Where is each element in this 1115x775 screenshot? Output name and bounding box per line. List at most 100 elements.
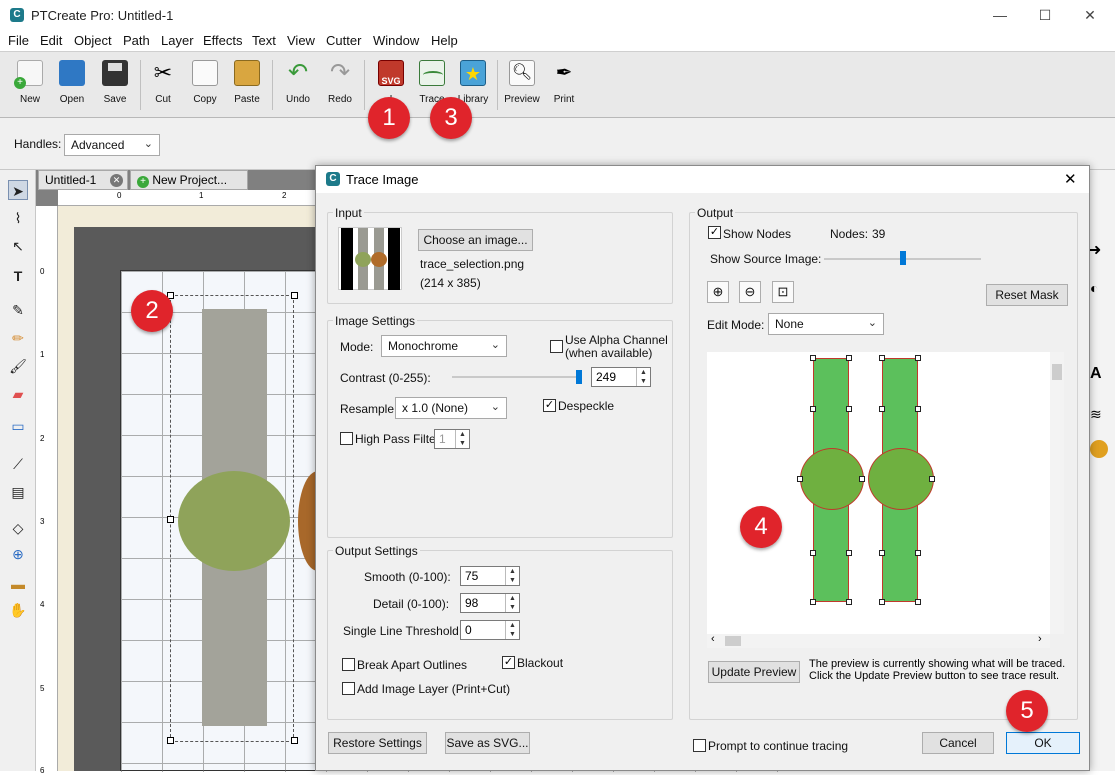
- close-window-button[interactable]: ✕: [1070, 4, 1110, 26]
- source-slider-thumb[interactable]: [899, 251, 906, 265]
- preview-horizontal-scrollbar[interactable]: ‹ ›: [707, 633, 1050, 648]
- pencil-icon[interactable]: ✏: [8, 328, 28, 348]
- add-image-layer-checkbox[interactable]: [342, 682, 355, 695]
- trace-node[interactable]: [846, 406, 852, 412]
- trace-node[interactable]: [915, 599, 921, 605]
- spinner-arrows-icon[interactable]: ▲ ▼: [505, 594, 519, 612]
- ruler-icon[interactable]: ▬: [8, 574, 28, 594]
- spinner-arrows-icon[interactable]: ▲ ▼: [636, 368, 650, 386]
- update-preview-button[interactable]: Update Preview: [708, 661, 800, 683]
- trace-node[interactable]: [915, 355, 921, 361]
- redo-button[interactable]: ↷ Redo: [320, 58, 360, 106]
- minimize-button[interactable]: —: [980, 4, 1020, 26]
- layers-icon[interactable]: ≋: [1090, 406, 1102, 423]
- text-tool-icon[interactable]: T: [8, 266, 28, 286]
- high-pass-checkbox[interactable]: [340, 432, 353, 445]
- menu-text[interactable]: Text: [252, 33, 276, 48]
- tab-untitled-1[interactable]: Untitled-1 ✕: [38, 170, 128, 190]
- eyedropper-icon[interactable]: ⟋: [8, 454, 28, 474]
- lasso-icon[interactable]: ⌇: [8, 208, 28, 228]
- reset-mask-button[interactable]: Reset Mask: [986, 284, 1068, 306]
- gradient-icon[interactable]: ▤: [8, 482, 28, 502]
- trace-node[interactable]: [915, 550, 921, 556]
- selection-handle[interactable]: [167, 737, 174, 744]
- eraser-icon[interactable]: ▰: [8, 384, 28, 404]
- open-button[interactable]: Open: [52, 58, 92, 105]
- save-button[interactable]: Save: [95, 58, 135, 105]
- trace-node[interactable]: [879, 355, 885, 361]
- trace-node[interactable]: [846, 550, 852, 556]
- save-as-svg-button[interactable]: Save as SVG...: [445, 732, 530, 754]
- spinner-arrows-icon[interactable]: ▲ ▼: [505, 567, 519, 585]
- trace-node[interactable]: [879, 406, 885, 412]
- print-button[interactable]: ✒ Print: [544, 58, 584, 105]
- high-pass-input[interactable]: 1 ▲ ▼: [434, 429, 470, 449]
- trace-node[interactable]: [810, 599, 816, 605]
- spinner-arrows-icon[interactable]: ▲ ▼: [505, 621, 519, 639]
- zoom-fit-icon[interactable]: ⊡: [772, 281, 794, 303]
- selection-handle[interactable]: [291, 292, 298, 299]
- selection-handle[interactable]: [291, 737, 298, 744]
- contrast-input[interactable]: 249 ▲ ▼: [591, 367, 651, 387]
- selection-handle[interactable]: [167, 516, 174, 523]
- menu-help[interactable]: Help: [431, 33, 458, 48]
- trace-node[interactable]: [810, 550, 816, 556]
- edit-mode-select[interactable]: None ⌄: [768, 313, 884, 335]
- zoom-icon[interactable]: ⊕: [8, 544, 28, 564]
- detail-input[interactable]: 98 ▲ ▼: [460, 593, 520, 613]
- transform-icon[interactable]: ◇: [8, 518, 28, 538]
- zoom-in-icon[interactable]: ⊕: [707, 281, 729, 303]
- prompt-continue-checkbox[interactable]: [693, 739, 706, 752]
- menu-file[interactable]: File: [8, 33, 29, 48]
- brush-icon[interactable]: 🖌︎: [8, 356, 28, 376]
- trace-node[interactable]: [915, 406, 921, 412]
- scroll-thumb[interactable]: [725, 636, 741, 646]
- tab-new-project[interactable]: + New Project...: [130, 170, 248, 190]
- smooth-input[interactable]: 75 ▲ ▼: [460, 566, 520, 586]
- blackout-checkbox[interactable]: ✓: [502, 656, 515, 669]
- scroll-right-icon[interactable]: ›: [1038, 633, 1042, 645]
- trace-node[interactable]: [859, 476, 865, 482]
- cut-button[interactable]: ✂ Cut: [143, 58, 183, 105]
- show-nodes-checkbox[interactable]: ✓: [708, 226, 721, 239]
- alpha-channel-checkbox[interactable]: [550, 340, 563, 353]
- menu-window[interactable]: Window: [373, 33, 419, 48]
- color-circle-icon[interactable]: [1090, 440, 1108, 458]
- restore-settings-button[interactable]: Restore Settings: [328, 732, 427, 754]
- trace-node[interactable]: [879, 599, 885, 605]
- node-select-icon[interactable]: ↖: [8, 236, 28, 256]
- trace-node[interactable]: [879, 550, 885, 556]
- trace-node[interactable]: [810, 355, 816, 361]
- choose-image-button[interactable]: Choose an image...: [418, 229, 533, 251]
- menu-effects[interactable]: Effects: [203, 33, 243, 48]
- despeckle-checkbox[interactable]: ✓: [543, 399, 556, 412]
- paste-button[interactable]: Paste: [227, 58, 267, 105]
- trace-node[interactable]: [846, 599, 852, 605]
- menu-edit[interactable]: Edit: [40, 33, 62, 48]
- menu-layer[interactable]: Layer: [161, 33, 194, 48]
- close-icon[interactable]: ✕: [1064, 170, 1077, 188]
- menu-cutter[interactable]: Cutter: [326, 33, 361, 48]
- break-apart-checkbox[interactable]: [342, 658, 355, 671]
- preview-vertical-scrollbar[interactable]: [1050, 352, 1064, 634]
- cancel-button[interactable]: Cancel: [922, 732, 994, 754]
- maximize-button[interactable]: ☐: [1025, 4, 1065, 26]
- spinner-arrows-icon[interactable]: ▲ ▼: [455, 430, 469, 448]
- zoom-out-icon[interactable]: ⊖: [739, 281, 761, 303]
- contrast-slider-track[interactable]: [452, 376, 582, 378]
- copy-button[interactable]: Copy: [185, 58, 225, 105]
- menu-path[interactable]: Path: [123, 33, 150, 48]
- menu-view[interactable]: View: [287, 33, 315, 48]
- select-arrow-icon[interactable]: ➤: [8, 180, 28, 200]
- palette-icon[interactable]: ◐: [1090, 280, 1098, 296]
- shape-rectangle-icon[interactable]: ▭: [8, 416, 28, 436]
- resample-select[interactable]: x 1.0 (None) ⌄: [395, 397, 507, 419]
- new-button[interactable]: + New: [10, 58, 50, 105]
- trace-node[interactable]: [846, 355, 852, 361]
- trace-node[interactable]: [929, 476, 935, 482]
- ok-button[interactable]: OK: [1006, 732, 1080, 754]
- arrow-right-icon[interactable]: ➜: [1088, 240, 1101, 260]
- scroll-thumb[interactable]: [1052, 364, 1062, 380]
- scroll-left-icon[interactable]: ‹: [711, 633, 715, 645]
- single-line-threshold-input[interactable]: 0 ▲ ▼: [460, 620, 520, 640]
